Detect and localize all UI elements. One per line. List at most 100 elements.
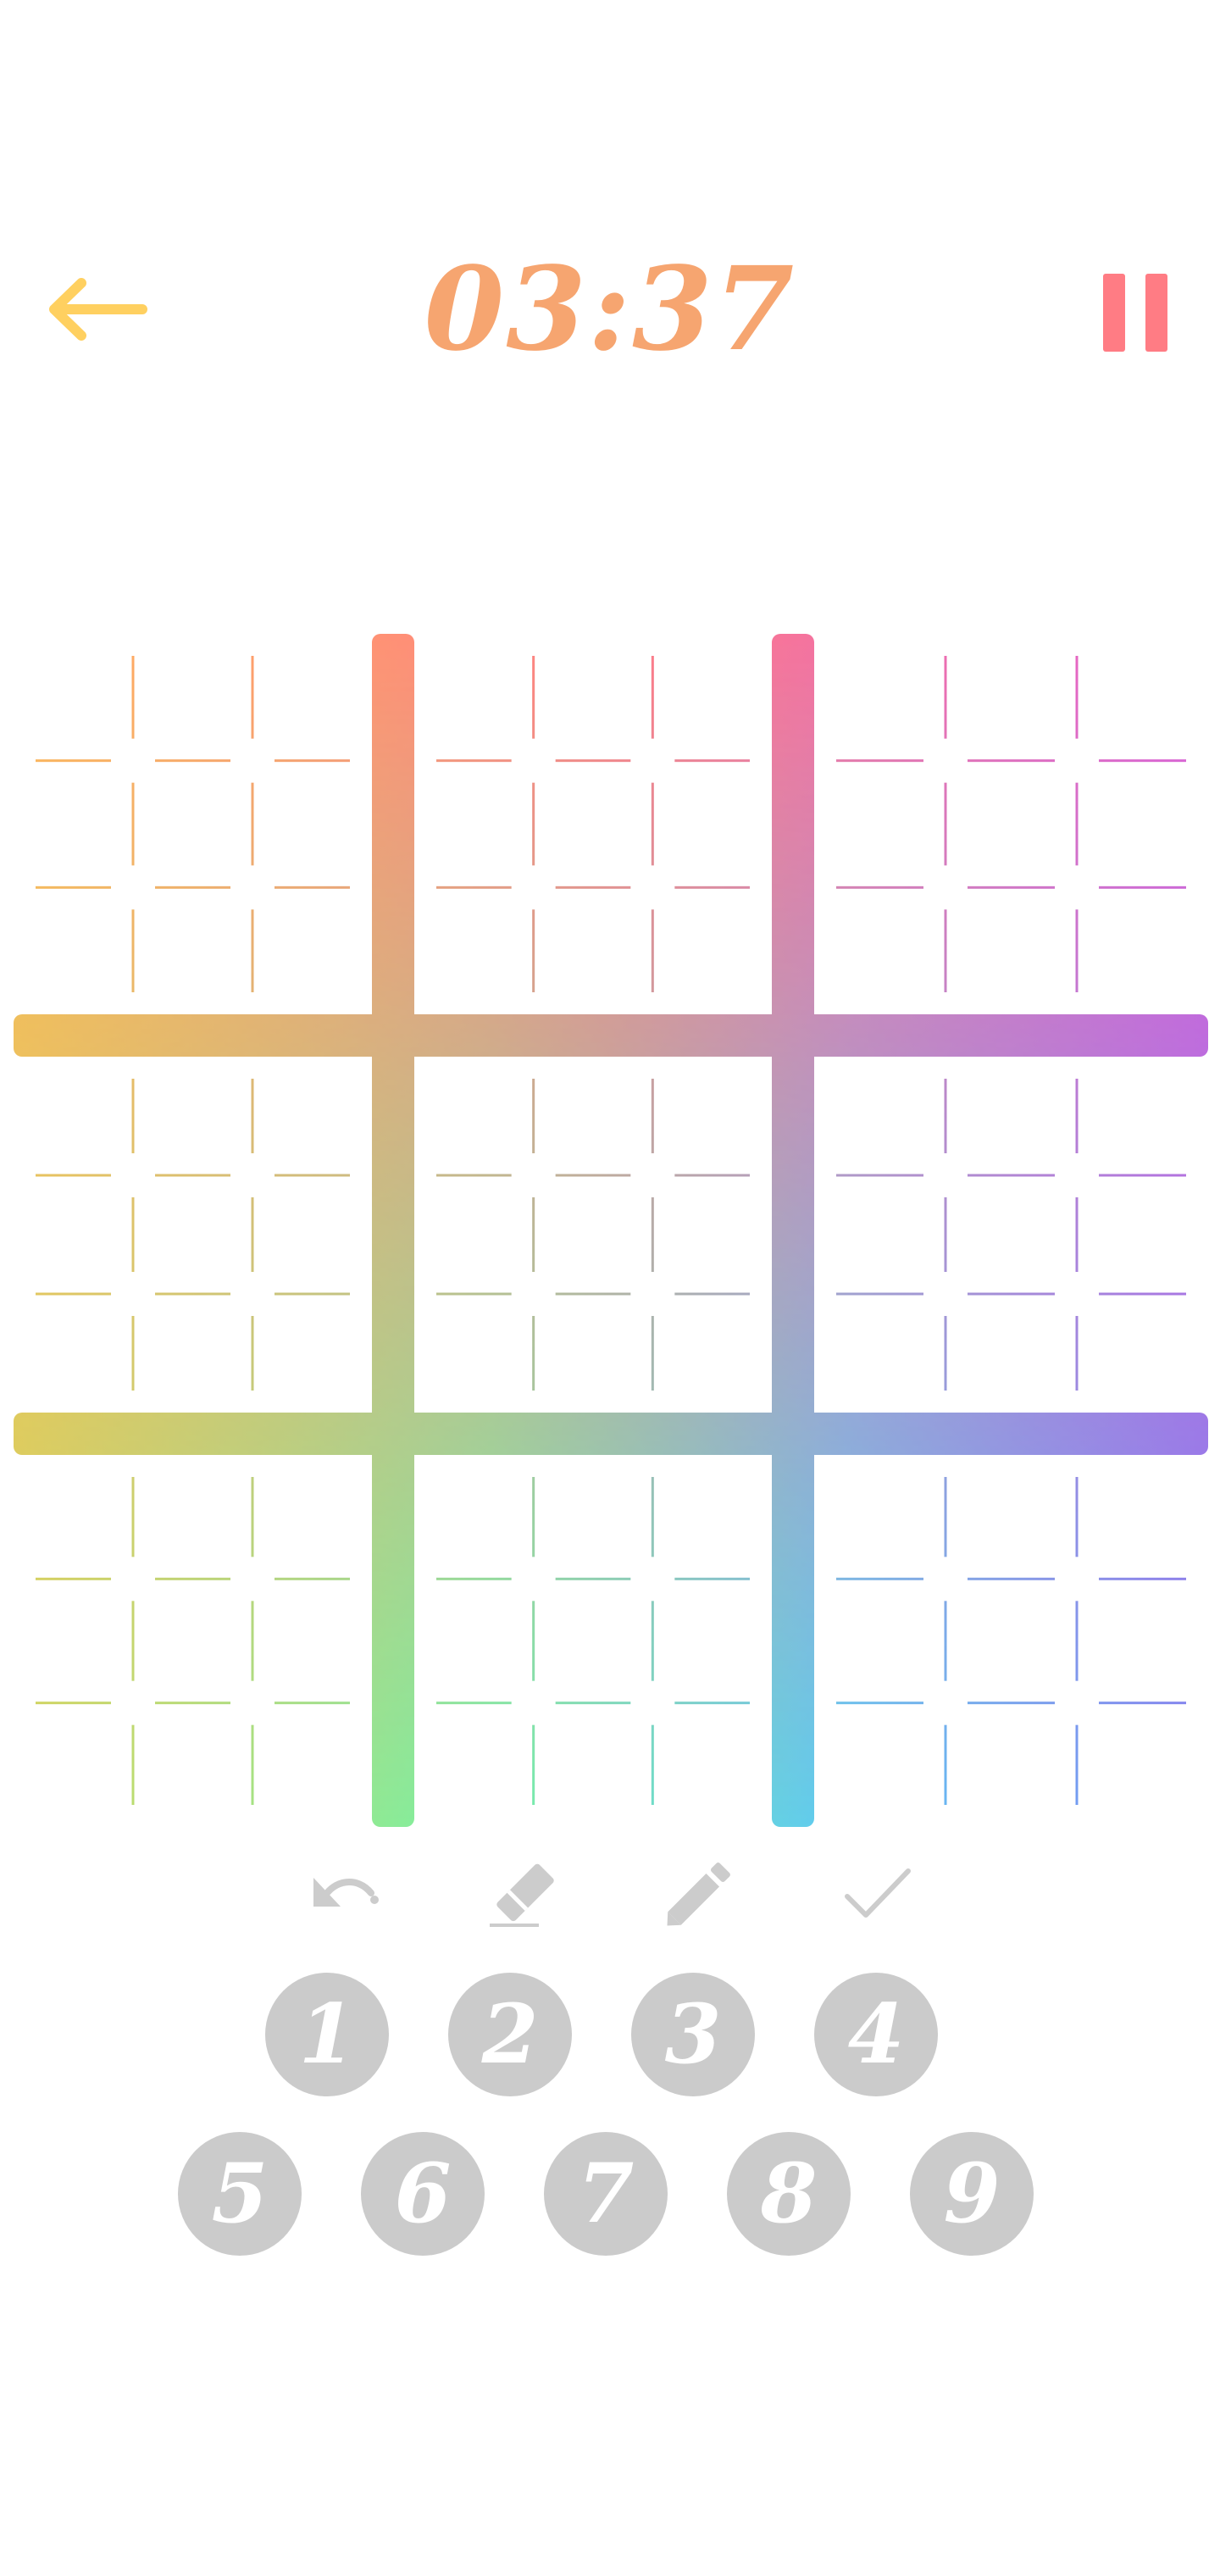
board-cell[interactable] <box>814 1579 946 1702</box>
board-cell[interactable] <box>814 1703 946 1827</box>
board-cell[interactable] <box>652 1579 772 1702</box>
board-cell[interactable] <box>534 1057 653 1175</box>
board-cell[interactable] <box>14 1579 133 1702</box>
board-cell[interactable] <box>133 1455 252 1579</box>
board-cell[interactable] <box>414 761 534 888</box>
board-cell[interactable] <box>414 634 534 761</box>
board-cell[interactable] <box>252 1455 372 1579</box>
board-cell[interactable] <box>814 1175 946 1294</box>
board-cell[interactable] <box>534 887 653 1014</box>
board-cell[interactable] <box>252 634 372 761</box>
board-cell[interactable] <box>1077 1703 1208 1827</box>
number-button-9[interactable]: 9 <box>910 2132 1034 2256</box>
board-cell[interactable] <box>814 761 946 888</box>
board-cell[interactable] <box>252 1294 372 1413</box>
number-button-1[interactable]: 1 <box>265 1973 389 2096</box>
board-cell[interactable] <box>133 1057 252 1175</box>
board-cell[interactable] <box>1077 1057 1208 1175</box>
board-cell[interactable] <box>14 634 133 761</box>
board-cell[interactable] <box>534 1294 653 1413</box>
board-cell[interactable] <box>252 1579 372 1702</box>
board-cell[interactable] <box>252 761 372 888</box>
pencil-icon <box>667 1863 730 1926</box>
board-cell[interactable] <box>133 887 252 1014</box>
board-cell[interactable] <box>14 1057 133 1175</box>
board-cell[interactable] <box>946 1703 1077 1827</box>
board-cell[interactable] <box>946 1057 1077 1175</box>
board-cell[interactable] <box>814 634 946 761</box>
board-cell[interactable] <box>946 1175 1077 1294</box>
board-cell[interactable] <box>133 761 252 888</box>
undo-icon <box>313 1878 379 1907</box>
board-cell[interactable] <box>1077 1579 1208 1702</box>
board-cell[interactable] <box>1077 887 1208 1014</box>
board-cell[interactable] <box>652 1175 772 1294</box>
board-cell[interactable] <box>252 1703 372 1827</box>
board-cell[interactable] <box>414 1175 534 1294</box>
board-cell[interactable] <box>652 1703 772 1827</box>
board-cell[interactable] <box>14 1455 133 1579</box>
pause-button[interactable] <box>1100 267 1171 352</box>
board-cell[interactable] <box>814 1057 946 1175</box>
board-cell[interactable] <box>414 1455 534 1579</box>
check-button[interactable] <box>829 1847 922 1940</box>
board-cell[interactable] <box>946 1294 1077 1413</box>
board-cell[interactable] <box>252 1057 372 1175</box>
board-cell[interactable] <box>946 634 1077 761</box>
board-cell[interactable] <box>14 1175 133 1294</box>
board-cell[interactable] <box>252 1175 372 1294</box>
board-cell[interactable] <box>814 887 946 1014</box>
board-cell[interactable] <box>414 1057 534 1175</box>
number-button-3[interactable]: 3 <box>631 1973 755 2096</box>
board-cell[interactable] <box>252 887 372 1014</box>
board-cell[interactable] <box>133 1703 252 1827</box>
number-button-2[interactable]: 2 <box>448 1973 572 2096</box>
game-timer: 03:37 <box>424 242 796 377</box>
board-cell[interactable] <box>534 1579 653 1702</box>
board-cell[interactable] <box>1077 1455 1208 1579</box>
board-cell[interactable] <box>946 761 1077 888</box>
board-cell[interactable] <box>652 1294 772 1413</box>
board-cell[interactable] <box>414 1703 534 1827</box>
board-cell[interactable] <box>534 1455 653 1579</box>
board-cell[interactable] <box>534 1175 653 1294</box>
back-button[interactable] <box>42 271 152 347</box>
board-cell[interactable] <box>652 1455 772 1579</box>
board-cell[interactable] <box>14 1294 133 1413</box>
number-button-6[interactable]: 6 <box>361 2132 485 2256</box>
notes-button[interactable] <box>652 1847 746 1940</box>
board-cell[interactable] <box>652 887 772 1014</box>
erase-button[interactable] <box>476 1847 569 1940</box>
board-cell[interactable] <box>534 634 653 761</box>
board-cell[interactable] <box>133 634 252 761</box>
board-cell[interactable] <box>814 1455 946 1579</box>
board-cell[interactable] <box>414 887 534 1014</box>
number-button-7[interactable]: 7 <box>544 2132 668 2256</box>
board-cell[interactable] <box>946 1579 1077 1702</box>
number-button-4[interactable]: 4 <box>814 1973 938 2096</box>
board-cell[interactable] <box>14 887 133 1014</box>
board-cell[interactable] <box>534 761 653 888</box>
board-cell[interactable] <box>414 1579 534 1702</box>
board-cell[interactable] <box>14 1703 133 1827</box>
board-cell[interactable] <box>946 887 1077 1014</box>
sudoku-board <box>14 634 1208 1827</box>
board-cell[interactable] <box>1077 634 1208 761</box>
undo-button[interactable] <box>298 1847 391 1940</box>
number-button-8[interactable]: 8 <box>727 2132 851 2256</box>
board-cell[interactable] <box>652 1057 772 1175</box>
board-cell[interactable] <box>946 1455 1077 1579</box>
board-cell[interactable] <box>414 1294 534 1413</box>
board-cell[interactable] <box>1077 761 1208 888</box>
board-cell[interactable] <box>814 1294 946 1413</box>
board-cell[interactable] <box>133 1175 252 1294</box>
number-button-5[interactable]: 5 <box>178 2132 302 2256</box>
board-cell[interactable] <box>652 634 772 761</box>
board-cell[interactable] <box>1077 1294 1208 1413</box>
board-cell[interactable] <box>652 761 772 888</box>
board-cell[interactable] <box>1077 1175 1208 1294</box>
board-cell[interactable] <box>133 1579 252 1702</box>
board-cell[interactable] <box>14 761 133 888</box>
board-cell[interactable] <box>133 1294 252 1413</box>
board-cell[interactable] <box>534 1703 653 1827</box>
